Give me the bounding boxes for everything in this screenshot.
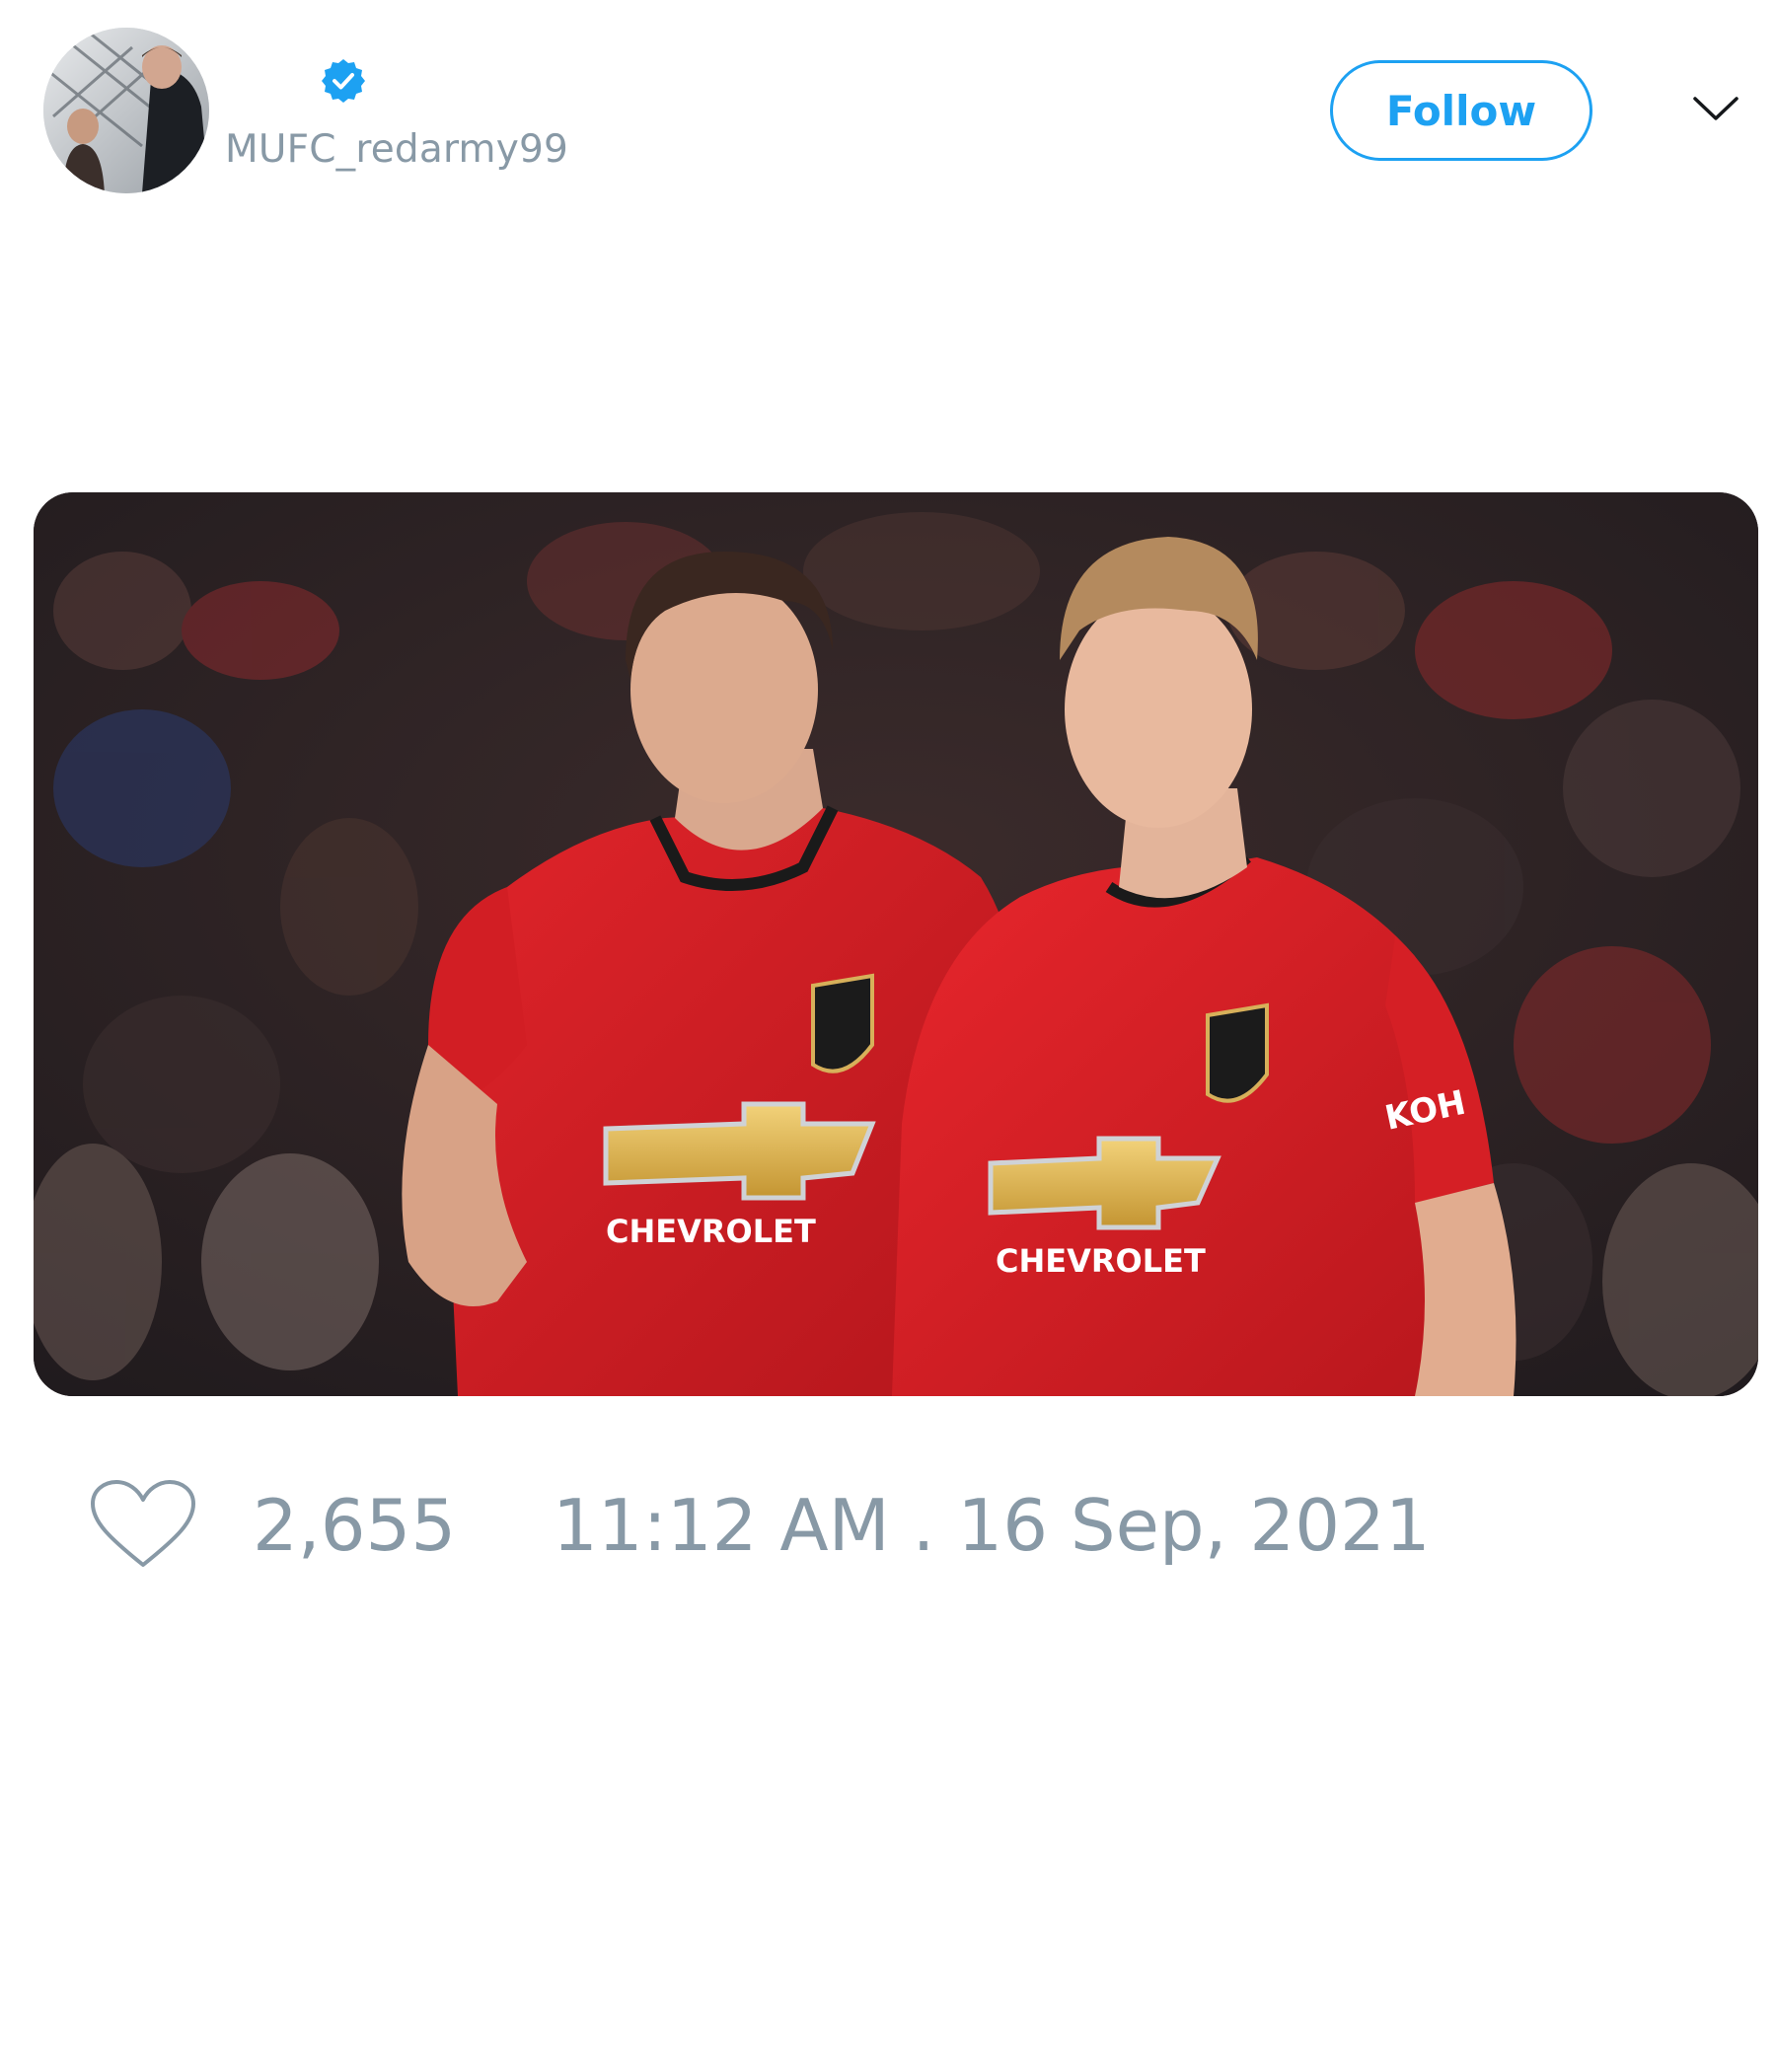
heart-outline-icon[interactable]: [89, 1478, 197, 1571]
verified-badge-icon: [320, 57, 367, 105]
handle[interactable]: MUFC_redarmy99: [225, 126, 568, 174]
like-count: 2,655: [253, 1484, 457, 1567]
tweet-media-photo[interactable]: CHEVROLET CHEVROLET KOH: [34, 492, 1758, 1396]
tweet-timestamp[interactable]: 11:12 AM . 16 Sep, 2021: [553, 1486, 1431, 1565]
follow-button[interactable]: Follow: [1330, 60, 1592, 161]
shirt-sponsor-left: CHEVROLET: [606, 1213, 816, 1250]
chevron-down-icon[interactable]: [1691, 89, 1740, 128]
avatar[interactable]: [43, 28, 209, 193]
shirt-sponsor-right: CHEVROLET: [996, 1242, 1206, 1280]
avatar-photo: [43, 28, 209, 193]
